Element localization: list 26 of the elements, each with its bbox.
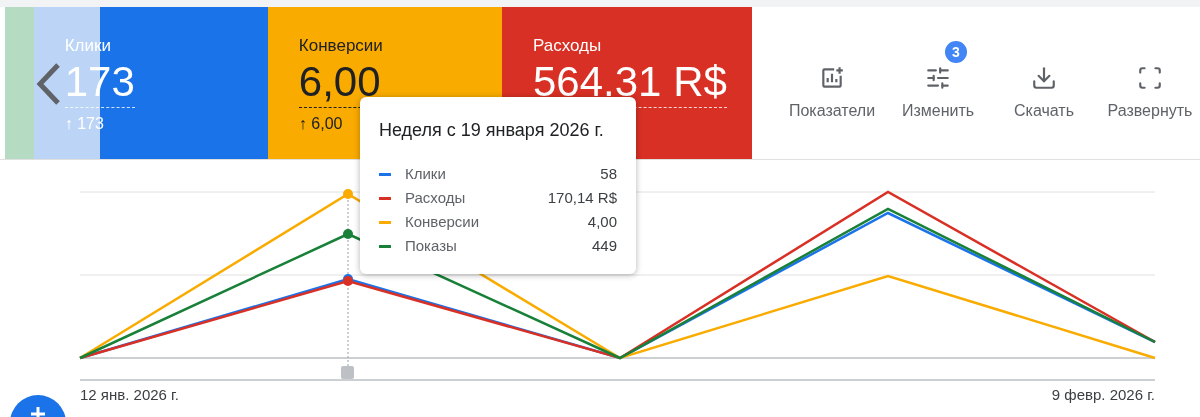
legend-value: 58 [600, 163, 617, 184]
fullscreen-icon [1137, 65, 1163, 91]
toolbar-button[interactable]: Показатели [782, 65, 882, 123]
legend-value: 449 [591, 235, 617, 256]
metric-label: Конверсии [298, 35, 384, 57]
sliders-icon [925, 65, 951, 91]
toolbar-button[interactable]: Развернуть [1100, 65, 1200, 123]
data-point [343, 229, 353, 239]
legend-label: Клики [405, 163, 446, 184]
legend-label: Расходы [405, 187, 466, 208]
axis-label: 9 февр. 2026 г. [1051, 385, 1155, 405]
legend-label: Конверсии [405, 211, 480, 232]
legend-value: 170,14 R$ [547, 187, 617, 208]
chart-plus-icon [819, 65, 845, 91]
back-chevron-icon[interactable] [34, 62, 62, 106]
legend-value: 4,00 [587, 211, 617, 232]
scrubber-handle [341, 366, 354, 379]
axis-label: 12 янв. 2026 г. [80, 385, 179, 405]
metric-label: Расходы [533, 35, 603, 57]
count-badge: 3 [945, 41, 967, 63]
download-icon [1031, 65, 1057, 91]
toolbar-button[interactable]: Изменить [888, 65, 988, 123]
toolbar-button[interactable]: Скачать [994, 65, 1094, 123]
metric-change: ↑ 6,00 [298, 114, 343, 134]
data-point [343, 189, 353, 199]
legend-label: Показы [405, 235, 457, 256]
